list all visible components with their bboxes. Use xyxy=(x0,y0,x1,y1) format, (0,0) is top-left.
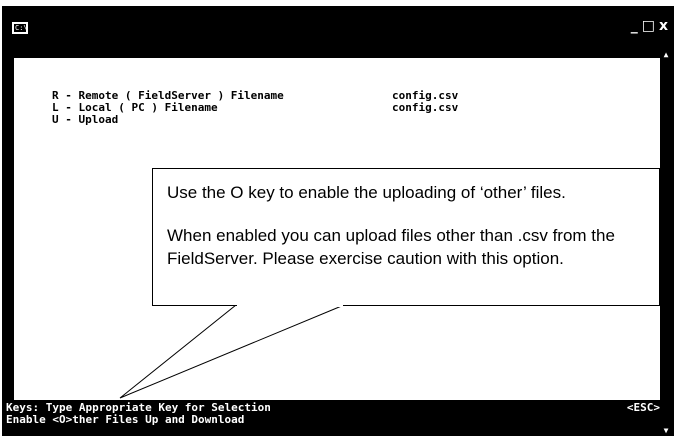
callout-box: Use the O key to enable the uploading of… xyxy=(152,168,660,306)
callout-text-2: When enabled you can upload files other … xyxy=(167,226,615,268)
menu-option-upload: U - Upload xyxy=(52,113,119,126)
window-controls: _ □ x xyxy=(631,18,668,34)
esc-key-hint: <ESC> xyxy=(626,401,660,414)
scroll-up-arrow-icon[interactable]: ▲ xyxy=(660,50,672,60)
scroll-down-arrow-icon[interactable]: ▼ xyxy=(660,426,672,436)
status-bar: Keys: Type Appropriate Key for Selection… xyxy=(2,400,662,428)
console-window-icon[interactable]: C:\ xyxy=(12,22,28,34)
other-files-hint: Enable <O>ther Files Up and Download xyxy=(6,413,245,426)
vertical-scrollbar[interactable]: ▲ ▼ xyxy=(660,50,672,436)
minimize-button[interactable]: _ xyxy=(631,18,638,34)
callout-text-1: Use the O key to enable the uploading of… xyxy=(167,183,566,202)
local-filename-value: config.csv xyxy=(392,101,459,114)
maximize-button[interactable]: □ xyxy=(642,18,655,34)
close-button[interactable]: x xyxy=(659,18,668,34)
